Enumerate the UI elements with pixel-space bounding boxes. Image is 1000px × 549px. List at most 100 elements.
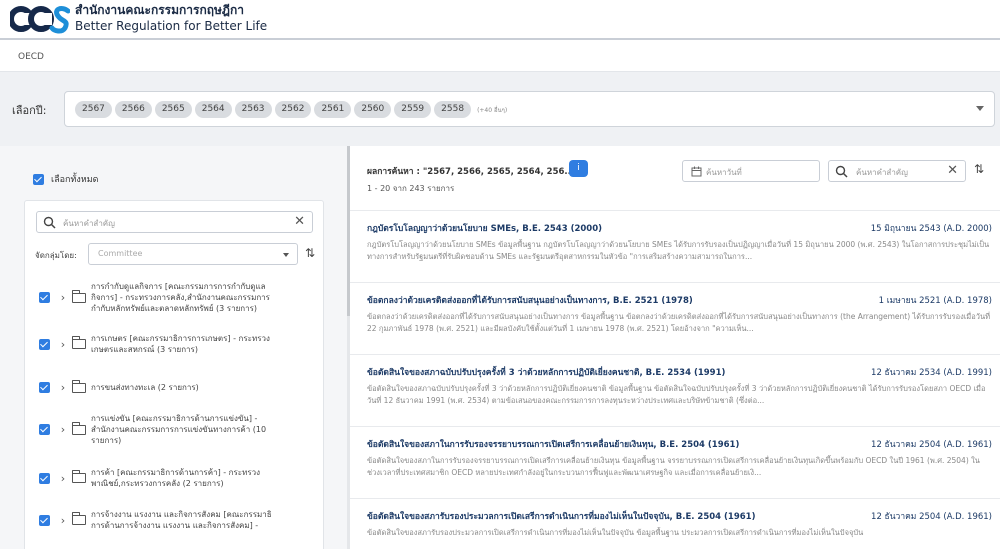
- chevron-right-icon[interactable]: ›: [58, 338, 68, 351]
- chevron-right-icon[interactable]: ›: [58, 514, 68, 527]
- result-date: 15 มิถุนายน 2543 (A.D. 2000): [870, 224, 992, 234]
- group-by-label: จัดกลุ่มโดย:: [35, 251, 77, 260]
- result-date: 12 ธันวาคม 2504 (A.D. 1961): [871, 440, 992, 450]
- tree-item-line: การกำกับดูแลกิจการ [คณะกรรมการการกำกับดู…: [91, 282, 266, 291]
- year-chip[interactable]: 2560: [354, 101, 392, 118]
- tree-item-line: การขนส่งทางทะเล (2 รายการ): [91, 383, 199, 392]
- folder-icon: [72, 336, 86, 349]
- sort-icon[interactable]: ⇅: [305, 246, 315, 260]
- result-snippet: ข้อตัดสินใจของสภารับรองประมวลการเปิดเสรี…: [367, 528, 864, 537]
- site-header: สำนักงานคณะกรรมการกฤษฎีกา Better Regulat…: [0, 0, 1000, 40]
- result-item[interactable]: ข้อตกลงว่าด้วยเครดิตส่งออกที่ได้รับการสน…: [350, 282, 1000, 354]
- search-icon: [835, 165, 848, 178]
- search-placeholder: ค้นหาคำสำคัญ: [63, 219, 115, 228]
- checkbox-checked-icon[interactable]: [39, 424, 50, 435]
- folder-icon: [72, 512, 86, 525]
- tree-item[interactable]: › การค้า [คณะกรรมาธิการด้านการค้า] - กระ…: [39, 467, 323, 489]
- checkbox-checked-icon[interactable]: [33, 173, 44, 185]
- tree-item-line: การด้านการจ้างงาน แรงงาน และกิจการสังคม]…: [91, 521, 259, 530]
- breadcrumb-bar: OECD: [0, 42, 1000, 72]
- folder-icon: [72, 421, 86, 435]
- year-chip[interactable]: 2564: [194, 101, 232, 118]
- group-by-placeholder: Committee: [98, 249, 143, 258]
- result-snippet: ข้อตกลงว่าด้วยเครดิตส่งออกที่ได้รับการสน…: [367, 312, 991, 333]
- filter-panel: เลือกทั้งหมด ค้นหาคำสำคัญ ✕ จัดกลุ่มโดย:…: [0, 146, 350, 549]
- result-title[interactable]: กฎบัตรโบโลญญาว่าด้วยนโยบาย SMEs, B.E. 25…: [367, 221, 602, 235]
- year-chip[interactable]: 2561: [314, 101, 352, 118]
- result-snippet: กฎบัตรโบโลญญาว่าด้วยนโยบาย SMEs ข้อมูลพื…: [367, 240, 990, 261]
- chevron-down-icon: [283, 253, 289, 257]
- keyword-search-input[interactable]: ค้นหาคำสำคัญ ✕: [828, 160, 966, 182]
- close-icon[interactable]: ✕: [947, 163, 958, 178]
- tree-item-label: การเกษตร [คณะกรรมาธิการการเกษตร] - กระทร…: [91, 333, 270, 355]
- chevron-right-icon[interactable]: ›: [58, 423, 68, 436]
- result-item[interactable]: ข้อตัดสินใจของสภาฉบับปรับปรุงครั้งที่ 3 …: [350, 354, 1000, 426]
- chevron-down-icon[interactable]: [976, 106, 984, 111]
- brand-text: สำนักงานคณะกรรมการกฤษฎีกา Better Regulat…: [75, 3, 267, 34]
- breadcrumb[interactable]: OECD: [18, 52, 44, 62]
- result-date: 12 ธันวาคม 2534 (A.D. 1991): [871, 368, 992, 378]
- tree-item-line: การค้า [คณะกรรมาธิการด้านการค้า] - กระทร…: [91, 468, 261, 477]
- tree-item[interactable]: › การจ้างงาน แรงงาน และกิจการสังคม [คณะก…: [39, 509, 323, 531]
- tree-item[interactable]: › การกำกับดูแลกิจการ [คณะกรรมการการกำกับ…: [39, 281, 323, 314]
- chevron-right-icon[interactable]: ›: [58, 381, 68, 394]
- folder-icon: [72, 379, 86, 393]
- close-icon[interactable]: ✕: [294, 214, 305, 229]
- tree-item-line: กำกับหลักทรัพย์และตลาดหลักทรัพย์ (3 รายก…: [91, 304, 258, 313]
- tree-item-line: การแข่งขัน [คณะกรรมาธิการด้านการแข่งขัน]…: [91, 414, 258, 423]
- result-title[interactable]: ข้อตกลงว่าด้วยเครดิตส่งออกที่ได้รับการสน…: [367, 293, 693, 307]
- chevron-right-icon[interactable]: ›: [58, 291, 68, 304]
- year-more-count: (+40 อื่นๆ): [477, 106, 508, 114]
- result-title[interactable]: ข้อตัดสินใจของสภาในการรับรองจรรยาบรรณการ…: [367, 437, 739, 451]
- committee-filter-card: ค้นหาคำสำคัญ ✕ จัดกลุ่มโดย: Committee ⇅ …: [24, 200, 324, 549]
- checkbox-checked-icon[interactable]: [39, 292, 50, 303]
- sort-icon[interactable]: ⇅: [974, 162, 984, 176]
- search-icon: [43, 216, 56, 229]
- results-panel: ผลการค้นหา : "2567, 2566, 2565, 2564, 25…: [350, 146, 1000, 549]
- year-chip[interactable]: 2565: [154, 101, 192, 118]
- brand-title-th: สำนักงานคณะกรรมการกฤษฎีกา: [75, 3, 244, 17]
- select-all-label: เลือกทั้งหมด: [51, 175, 99, 185]
- tree-item-label: การกำกับดูแลกิจการ [คณะกรรมการการกำกับดู…: [91, 281, 270, 314]
- tree-item[interactable]: › การแข่งขัน [คณะกรรมาธิการด้านการแข่งขั…: [39, 413, 323, 446]
- tree-item-label: การค้า [คณะกรรมาธิการด้านการค้า] - กระทร…: [91, 467, 260, 489]
- result-item[interactable]: ข้อตัดสินใจของสภารับรองประมวลการเปิดเสรี…: [350, 498, 1000, 549]
- tree-item-line: รายการ): [91, 436, 122, 445]
- folder-icon: [72, 289, 86, 303]
- tree-item-line: สำนักงานคณะกรรมการการแข่งขันทางการค้า (1…: [91, 425, 267, 434]
- year-chip[interactable]: 2563: [234, 101, 272, 118]
- checkbox-checked-icon[interactable]: [39, 472, 50, 484]
- result-date: 1 เมษายน 2521 (A.D. 1978): [878, 296, 992, 306]
- year-chip[interactable]: 2559: [394, 101, 432, 118]
- tree-item-line: การเกษตร [คณะกรรมาธิการการเกษตร] - กระทร…: [91, 334, 270, 343]
- keyword-search-input[interactable]: ค้นหาคำสำคัญ ✕: [36, 211, 313, 233]
- info-badge-button[interactable]: i: [569, 160, 588, 177]
- result-snippet: ข้อตัดสินใจของสภาฉบับปรับปรุงครั้งที่ 3 …: [367, 384, 986, 405]
- tree-item[interactable]: › การเกษตร [คณะกรรมาธิการการเกษตร] - กระ…: [39, 333, 323, 355]
- ocs-logo[interactable]: [10, 3, 70, 35]
- year-multiselect[interactable]: 2567 2566 2565 2564 2563 2562 2561 2560 …: [64, 91, 995, 127]
- chevron-right-icon[interactable]: ›: [58, 472, 68, 485]
- checkbox-checked-icon[interactable]: [39, 382, 50, 393]
- tree-item[interactable]: › การขนส่งทางทะเล (2 รายการ): [39, 379, 323, 394]
- year-chip[interactable]: 2567: [75, 101, 112, 118]
- date-search-input[interactable]: ค้นหาวันที่: [682, 160, 820, 182]
- result-item[interactable]: กฎบัตรโบโลญญาว่าด้วยนโยบาย SMEs, B.E. 25…: [350, 210, 1000, 282]
- result-date: 12 ธันวาคม 2504 (A.D. 1961): [871, 512, 992, 522]
- result-item[interactable]: ข้อตัดสินใจของสภาในการรับรองจรรยาบรรณการ…: [350, 426, 1000, 498]
- year-chip[interactable]: 2562: [274, 101, 312, 118]
- group-by-select[interactable]: Committee: [88, 243, 298, 265]
- year-chip[interactable]: 2566: [114, 101, 152, 118]
- checkbox-checked-icon[interactable]: [39, 514, 50, 526]
- calendar-icon: [691, 166, 702, 177]
- result-title[interactable]: ข้อตัดสินใจของสภาฉบับปรับปรุงครั้งที่ 3 …: [367, 365, 725, 379]
- checkbox-checked-icon[interactable]: [39, 338, 50, 350]
- group-by-row: จัดกลุ่มโดย: Committee ⇅: [35, 243, 319, 265]
- results-title: ผลการค้นหา : "2567, 2566, 2565, 2564, 25…: [367, 167, 575, 177]
- result-title[interactable]: ข้อตัดสินใจของสภารับรองประมวลการเปิดเสรี…: [367, 509, 755, 523]
- result-snippet: ข้อตัดสินใจของสภาในการรับรองจรรยาบรรณการ…: [367, 456, 980, 477]
- select-all-checkbox[interactable]: เลือกทั้งหมด: [33, 172, 98, 186]
- year-chip[interactable]: 2558: [434, 101, 472, 118]
- brand-title-en: Better Regulation for Better Life: [75, 19, 268, 33]
- year-filter-label: เลือกปี:: [12, 104, 47, 117]
